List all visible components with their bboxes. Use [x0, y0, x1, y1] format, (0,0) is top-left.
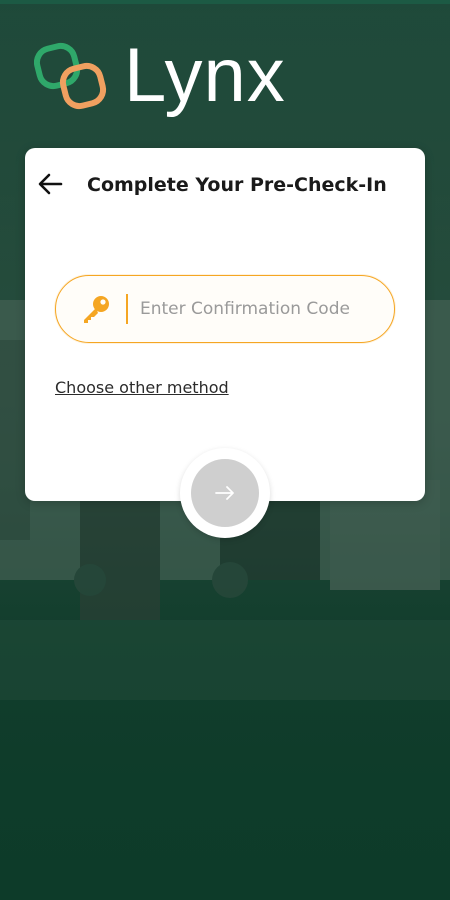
arrow-left-icon[interactable]	[37, 172, 63, 196]
choose-other-method-link[interactable]: Choose other method	[55, 378, 229, 397]
confirmation-code-field[interactable]	[55, 275, 395, 343]
key-icon	[84, 296, 109, 323]
brand-logo: Lynx	[34, 38, 286, 114]
page-title: Complete Your Pre-Check-In	[87, 174, 387, 196]
text-cursor	[126, 294, 128, 324]
submit-button[interactable]	[191, 459, 259, 527]
arrow-right-icon	[215, 486, 234, 500]
brand-name: Lynx	[124, 33, 286, 118]
submit-button-container	[180, 448, 270, 538]
confirmation-code-input[interactable]	[140, 299, 380, 319]
linked-rings-logo-icon	[34, 42, 107, 110]
top-status-strip	[0, 0, 450, 4]
